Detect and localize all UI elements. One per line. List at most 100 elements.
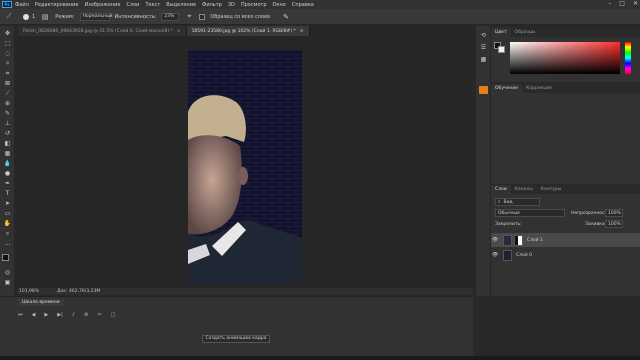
tab-channels[interactable]: Каналы (511, 185, 537, 194)
render-icon[interactable]: □ (111, 312, 116, 318)
frame-tool-icon[interactable]: ⊠ (3, 80, 12, 88)
rectangle-tool-icon[interactable]: ▭ (3, 210, 12, 218)
layer-opacity-value: 100% (608, 210, 621, 216)
foreground-color-swatch[interactable] (2, 254, 9, 261)
layer-filter-select[interactable]: ⌕ Вид (495, 198, 540, 206)
eraser-tool-icon[interactable]: ◧ (3, 140, 12, 148)
more-tools-icon[interactable]: … (3, 240, 12, 248)
settings-icon[interactable]: ⚙ (84, 312, 88, 318)
document-image[interactable] (188, 50, 302, 283)
background-color-chip[interactable] (498, 46, 505, 53)
tab-swatches[interactable]: Образцы (511, 28, 540, 37)
options-bar: ⟋ 1 ▤ Режим: Нормальный Интенсивность: 2… (0, 9, 640, 25)
search-icon: ⌕ (498, 200, 501, 205)
tool-preset-icon[interactable]: ⟋ (4, 12, 14, 22)
healing-brush-tool-icon[interactable]: ⊕ (3, 100, 12, 108)
menu-type[interactable]: Текст (145, 2, 160, 8)
type-tool-icon[interactable]: T (3, 190, 12, 198)
play-icon[interactable]: ▶ (44, 312, 48, 318)
zoom-level[interactable]: 101,98% (19, 289, 39, 294)
lasso-tool-icon[interactable]: ◌ (3, 50, 12, 58)
previous-frame-icon[interactable]: ◀ (32, 312, 36, 318)
tab-color[interactable]: Цвет (491, 28, 511, 37)
status-bar: 101,98% Док: 462,7K/3,23M (18, 288, 473, 295)
menu-view[interactable]: Просмотр (241, 2, 267, 8)
tab-document-1[interactable]: Polish_0828086_09643658.jpg @ 41.5% (Сло… (18, 26, 187, 36)
layer-name[interactable]: Слой 1 (527, 238, 543, 243)
mode-label: Режим: (55, 13, 75, 20)
hand-tool-icon[interactable]: ✋ (3, 220, 12, 228)
layer-row[interactable]: 👁 Слой 0 (491, 248, 640, 262)
tab-learn[interactable]: Обучение (491, 84, 523, 93)
history-brush-tool-icon[interactable]: ↺ (3, 130, 12, 138)
layer-mask-thumbnail[interactable] (514, 234, 523, 246)
transition-icon[interactable]: ✂ (97, 312, 101, 318)
quick-mask-icon[interactable]: ◎ (3, 269, 12, 277)
tab-timeline[interactable]: Шкала времени (18, 299, 64, 306)
next-frame-icon[interactable]: ▶| (57, 312, 63, 318)
lock-label: Закрепить: (495, 222, 522, 227)
gradient-tool-icon[interactable]: ▦ (3, 150, 12, 158)
hue-slider[interactable] (625, 42, 631, 74)
visibility-eye-icon[interactable]: 👁 (491, 237, 499, 243)
marquee-tool-icon[interactable]: ⬚ (3, 40, 12, 48)
layer-thumbnail (503, 249, 512, 261)
clone-stamp-tool-icon[interactable]: ⊥ (3, 120, 12, 128)
layer-row[interactable]: 👁 Слой 1 (491, 233, 640, 247)
tab-adjustments[interactable]: Коррекция (522, 84, 556, 93)
menu-layers[interactable]: Слои (126, 2, 139, 8)
menu-3d[interactable]: 3D (228, 2, 235, 8)
pen-tool-icon[interactable]: ✒ (3, 180, 12, 188)
tools-panel: ✥ ⬚ ◌ ✧ ⌗ ⊠ ⟋ ⊕ ✎ ⊥ ↺ ◧ ▦ 💧 ● ✒ T ➤ ▭ ✋ … (0, 26, 15, 298)
menu-file[interactable]: Файл (15, 2, 29, 8)
first-frame-icon[interactable]: ⏮ (18, 312, 23, 318)
mode-select[interactable]: Нормальный (79, 12, 113, 21)
sample-all-checkbox[interactable] (199, 13, 206, 20)
close-tab-icon[interactable]: × (300, 29, 304, 34)
move-tool-icon[interactable]: ✥ (3, 30, 12, 38)
fill-input[interactable]: 100% (605, 220, 623, 228)
blend-mode-select[interactable]: Обычные (495, 209, 565, 217)
menu-filter[interactable]: Фильтр (202, 2, 222, 8)
crop-tool-icon[interactable]: ⌗ (3, 70, 12, 78)
color-field[interactable] (510, 42, 620, 74)
collapsed-panels-strip: ⟲ ☰ ▦ (475, 26, 491, 296)
brush-panel-icon[interactable]: ▤ (40, 12, 50, 22)
dodge-tool-icon[interactable]: ● (3, 170, 12, 178)
sample-all-label: Образец со всех слоев (210, 13, 271, 20)
layer-name[interactable]: Слой 0 (516, 253, 532, 258)
menu-select[interactable]: Выделение (166, 2, 196, 8)
swatches-icon[interactable]: ▦ (479, 56, 488, 64)
visibility-eye-icon[interactable]: 👁 (491, 252, 499, 258)
brush-tool-icon[interactable]: ✎ (3, 110, 12, 118)
maximize-button[interactable]: □ (619, 0, 625, 7)
close-button[interactable]: ✕ (633, 0, 638, 7)
brush-preset-icon[interactable] (19, 12, 33, 22)
document-tabs: Polish_0828086_09643658.jpg @ 41.5% (Сло… (18, 26, 473, 36)
blur-tool-icon[interactable]: 💧 (3, 160, 12, 168)
layer-opacity-input[interactable]: 100% (605, 209, 623, 217)
history-icon[interactable]: ⟲ (479, 32, 488, 40)
properties-icon[interactable]: ☰ (479, 44, 488, 52)
audio-icon[interactable]: ♪ (72, 312, 75, 318)
path-selection-tool-icon[interactable]: ➤ (3, 200, 12, 208)
quick-select-tool-icon[interactable]: ✧ (3, 60, 12, 68)
menu-edit[interactable]: Редактирование (35, 2, 79, 8)
zoom-tool-icon[interactable]: ⌕ (3, 230, 12, 238)
pressure-icon[interactable]: ✎ (281, 12, 291, 22)
library-icon[interactable] (479, 86, 488, 94)
screen-mode-icon[interactable]: ▣ (3, 279, 12, 287)
minimize-button[interactable]: – (608, 0, 611, 7)
eyedropper-tool-icon[interactable]: ⟋ (3, 90, 12, 98)
menu-image[interactable]: Изображение (84, 2, 120, 8)
airbrush-icon[interactable]: ⌖ (184, 12, 194, 22)
opacity-input[interactable]: 23% (161, 12, 180, 21)
document-size: Док: 462,7K/3,23M (57, 289, 101, 294)
tab-paths[interactable]: Контуры (537, 185, 566, 194)
tab-document-2[interactable]: 18591-23580.jpg @ 102% (Слой 1, RGB/8#) … (186, 26, 310, 36)
menu-window[interactable]: Окно (273, 2, 286, 8)
create-frame-animation-button[interactable]: Создать анимацию кадра (202, 335, 270, 343)
close-tab-icon[interactable]: × (177, 29, 181, 34)
menu-help[interactable]: Справка (292, 2, 314, 8)
tab-layers[interactable]: Слои (491, 185, 511, 194)
